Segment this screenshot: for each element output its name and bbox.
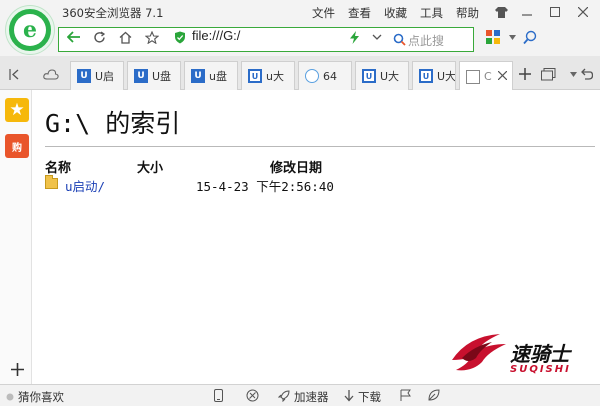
u-logo-icon: U	[191, 69, 205, 83]
watermark-sub: SUQISHI	[510, 364, 571, 375]
guess-label: 猜你喜欢	[18, 390, 64, 404]
home-icon[interactable]	[115, 28, 135, 46]
download-button[interactable]: 下载	[344, 389, 381, 405]
tab-4-label: u大	[266, 70, 284, 83]
modified-date: 15-4-23 下午2:56:40	[196, 179, 334, 194]
u-frame-icon: U	[419, 69, 433, 83]
shopping-bag-icon[interactable]: 购	[5, 134, 29, 158]
apps-grid-icon[interactable]	[483, 28, 503, 46]
search-placeholder: 点此搜	[408, 34, 445, 48]
page-title: G:\ 的索引	[45, 109, 181, 138]
maximize-button[interactable]	[542, 0, 568, 24]
tab-bar: U U启 U U盘 U u盘 U u大 64 U U大 U U大 C	[0, 56, 600, 91]
close-button[interactable]	[570, 0, 596, 24]
translate-icon[interactable]	[520, 28, 540, 46]
tab-5-label: 64	[323, 69, 337, 83]
new-tab-plus-icon[interactable]	[514, 62, 536, 86]
u-logo-icon: U	[134, 69, 148, 83]
refresh-icon[interactable]	[89, 28, 109, 46]
undo-close-tab-icon[interactable]	[575, 62, 597, 86]
accelerator-label: 加速器	[294, 390, 329, 404]
mobile-icon[interactable]	[214, 389, 223, 402]
document-icon	[466, 69, 480, 84]
tab-1[interactable]: U U启	[70, 61, 124, 90]
browser-logo-icon: e	[6, 6, 54, 54]
watermark-logo: 速骑士 SUQISHI	[448, 330, 598, 380]
tab-7-label: U大	[437, 70, 456, 83]
search-engine-icon[interactable]	[393, 33, 406, 49]
sidebar: ★ 购	[0, 90, 32, 384]
address-toolbar: file:///G:/ 点此搜	[0, 24, 600, 56]
folder-icon	[45, 175, 58, 189]
watermark-emblem-icon	[452, 334, 506, 371]
menu-favorites[interactable]: 收藏	[384, 5, 407, 21]
tab-5[interactable]: 64	[298, 61, 352, 90]
menu-view[interactable]: 查看	[348, 5, 371, 21]
tab-2-label: U盘	[152, 70, 172, 83]
table-row: u启动/ 15-4-23 下午2:56:40	[45, 175, 585, 195]
tab-4[interactable]: U u大	[241, 61, 295, 90]
back-arrow-icon[interactable]	[64, 28, 84, 46]
column-header-size[interactable]: 大小	[137, 157, 163, 176]
title-divider	[45, 146, 595, 147]
leaf-icon[interactable]	[428, 389, 440, 401]
tab-2[interactable]: U U盘	[127, 61, 181, 90]
u-frame-icon: U	[362, 69, 376, 83]
tab-7[interactable]: U U大	[412, 61, 456, 90]
u-logo-icon: U	[77, 69, 91, 83]
status-bar: 猜你喜欢 加速器 下载	[0, 384, 600, 406]
tab-1-label: U启	[95, 70, 115, 83]
flag-icon[interactable]	[400, 389, 412, 401]
tab-close-icon[interactable]	[497, 70, 508, 83]
watermark-text: 速骑士	[510, 342, 570, 366]
tab-3[interactable]: U u盘	[184, 61, 238, 90]
shopping-label: 购	[12, 142, 22, 154]
app-title: 360安全浏览器 7.1	[62, 6, 164, 20]
title-bar: 360安全浏览器 7.1 文件 查看 收藏 工具 帮助	[0, 0, 600, 24]
u-frame-icon: U	[248, 69, 262, 83]
skin-icon[interactable]	[488, 0, 514, 24]
menu-file[interactable]: 文件	[312, 5, 335, 21]
download-label: 下载	[358, 390, 381, 404]
cloud-sync-icon[interactable]	[40, 62, 62, 86]
tab-active-label: C	[484, 70, 492, 83]
tab-3-label: u盘	[209, 70, 227, 83]
screenshot-scissors-icon[interactable]	[246, 389, 259, 402]
dot-icon	[6, 390, 14, 404]
guess-you-like[interactable]: 猜你喜欢	[6, 389, 64, 405]
tab-6-label: U大	[380, 70, 400, 83]
favorites-star-icon[interactable]: ★	[5, 98, 29, 122]
download-arrow-icon	[344, 389, 354, 405]
address-dropdown-icon[interactable]	[367, 28, 387, 46]
tab-active[interactable]: C	[459, 61, 513, 91]
tab-scroll-left-icon[interactable]	[4, 62, 26, 86]
column-header-name[interactable]: 名称	[45, 157, 71, 176]
search-input[interactable]: 点此搜	[390, 27, 474, 52]
menu-tools[interactable]: 工具	[420, 5, 443, 21]
column-header-modified[interactable]: 修改日期	[270, 157, 322, 176]
sidebar-add-icon[interactable]	[8, 360, 26, 378]
minimize-button[interactable]	[514, 0, 540, 24]
security-shield-icon[interactable]	[170, 28, 190, 46]
menu-help[interactable]: 帮助	[456, 5, 479, 21]
tab-list-icon[interactable]	[537, 62, 559, 86]
apps-dropdown-icon[interactable]	[502, 28, 522, 46]
tab-6[interactable]: U U大	[355, 61, 409, 90]
rocket-icon	[277, 389, 290, 405]
accelerator-button[interactable]: 加速器	[277, 389, 329, 405]
speed-mode-icon[interactable]	[344, 28, 364, 46]
favorite-star-icon[interactable]	[142, 28, 162, 46]
url-text[interactable]: file:///G:/	[192, 28, 240, 43]
folder-link[interactable]: u启动/	[65, 176, 105, 195]
cloud-icon	[305, 69, 319, 83]
